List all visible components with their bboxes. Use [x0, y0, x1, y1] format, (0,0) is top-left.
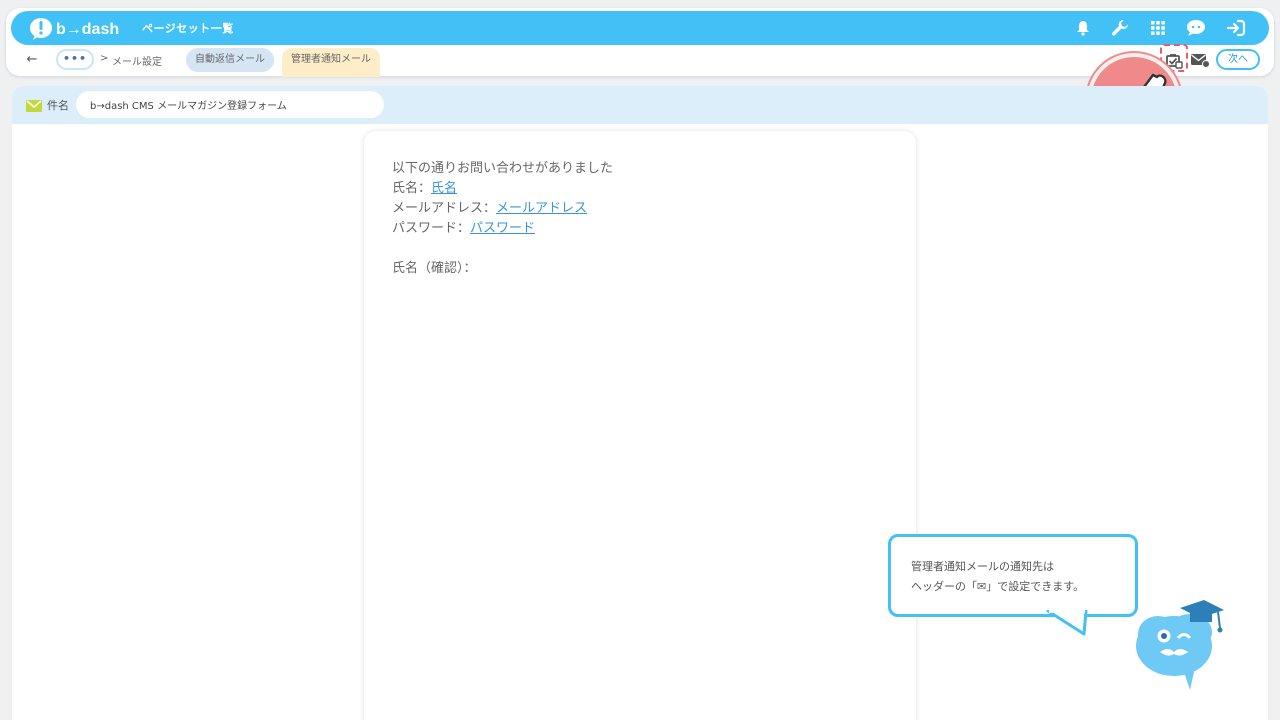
mascot-icon — [1128, 594, 1228, 694]
wrench-icon[interactable] — [1109, 17, 1131, 39]
hint-line-1: 管理者通知メールの通知先は — [911, 560, 1054, 573]
mail-field-row: メールアドレス：メールアドレス — [392, 199, 613, 219]
breadcrumb-current: メール設定 — [112, 57, 162, 68]
mail-settings-icon[interactable] — [1190, 50, 1210, 70]
breadcrumb: ← ••• > メール設定 自動返信メール 管理者通知メール 次へ — [6, 44, 1274, 77]
mail-intro-line: 以下の通りお問い合わせがありました — [392, 161, 614, 176]
mail-variable-link[interactable]: パスワード — [470, 221, 535, 236]
hint-line-2: ヘッダーの「✉」で設定できます。 — [911, 580, 1085, 593]
hint-tooltip-text: 管理者通知メールの通知先は ヘッダーの「✉」で設定できます。 — [911, 557, 1084, 597]
breadcrumb-more-button[interactable]: ••• — [56, 49, 94, 70]
breadcrumb-separator: > — [100, 53, 109, 64]
mail-field-row: 氏名：氏名 — [392, 179, 613, 199]
arrow-left-icon[interactable]: ← — [23, 51, 41, 69]
top-bar-card: b→dash ページセット一覧 ← ••• > メール設定 自動返信メール 管理… — [6, 8, 1274, 77]
mail-field-label: メールアドレス： — [392, 201, 497, 216]
hint-tooltip: 管理者通知メールの通知先は ヘッダーの「✉」で設定できます。 — [888, 534, 1138, 617]
tab-auto-reply-mail[interactable]: 自動返信メール — [186, 48, 274, 72]
tab-admin-notify-mail[interactable]: 管理者通知メール — [282, 48, 380, 77]
subject-bar: 件名 — [12, 86, 1268, 124]
logout-icon[interactable] — [1225, 17, 1247, 39]
tooltip-tail — [1046, 610, 1088, 636]
mail-blank-line — [392, 239, 613, 259]
mail-body-text[interactable]: 以下の通りお問い合わせがありました 氏名：氏名 メールアドレス：メールアドレス … — [392, 159, 613, 279]
bell-icon[interactable] — [1072, 17, 1094, 39]
grid-icon[interactable] — [1147, 17, 1169, 39]
page-title: ページセット一覧 — [142, 22, 234, 35]
subject-label: 件名 — [47, 99, 69, 112]
bdash-logo[interactable]: b→dash — [27, 14, 119, 42]
next-button[interactable]: 次へ — [1216, 49, 1260, 70]
mail-body-editor[interactable]: 以下の通りお問い合わせがありました 氏名：氏名 メールアドレス：メールアドレス … — [364, 131, 916, 720]
mail-field-label: 氏名： — [392, 181, 432, 196]
chat-bubble-icon[interactable] — [1185, 17, 1207, 39]
svg-text:b→dash: b→dash — [56, 21, 119, 38]
app-header: b→dash ページセット一覧 — [11, 11, 1269, 45]
subject-input[interactable] — [76, 91, 384, 118]
mail-field-row: パスワード：パスワード — [392, 219, 613, 239]
mail-variable-link[interactable]: 氏名 — [431, 181, 457, 196]
mail-field-label: パスワード： — [392, 221, 471, 236]
mail-variable-link[interactable]: メールアドレス — [496, 201, 587, 216]
mail-confirm-line: 氏名（確認）： — [392, 261, 477, 276]
envelope-icon — [26, 97, 42, 116]
